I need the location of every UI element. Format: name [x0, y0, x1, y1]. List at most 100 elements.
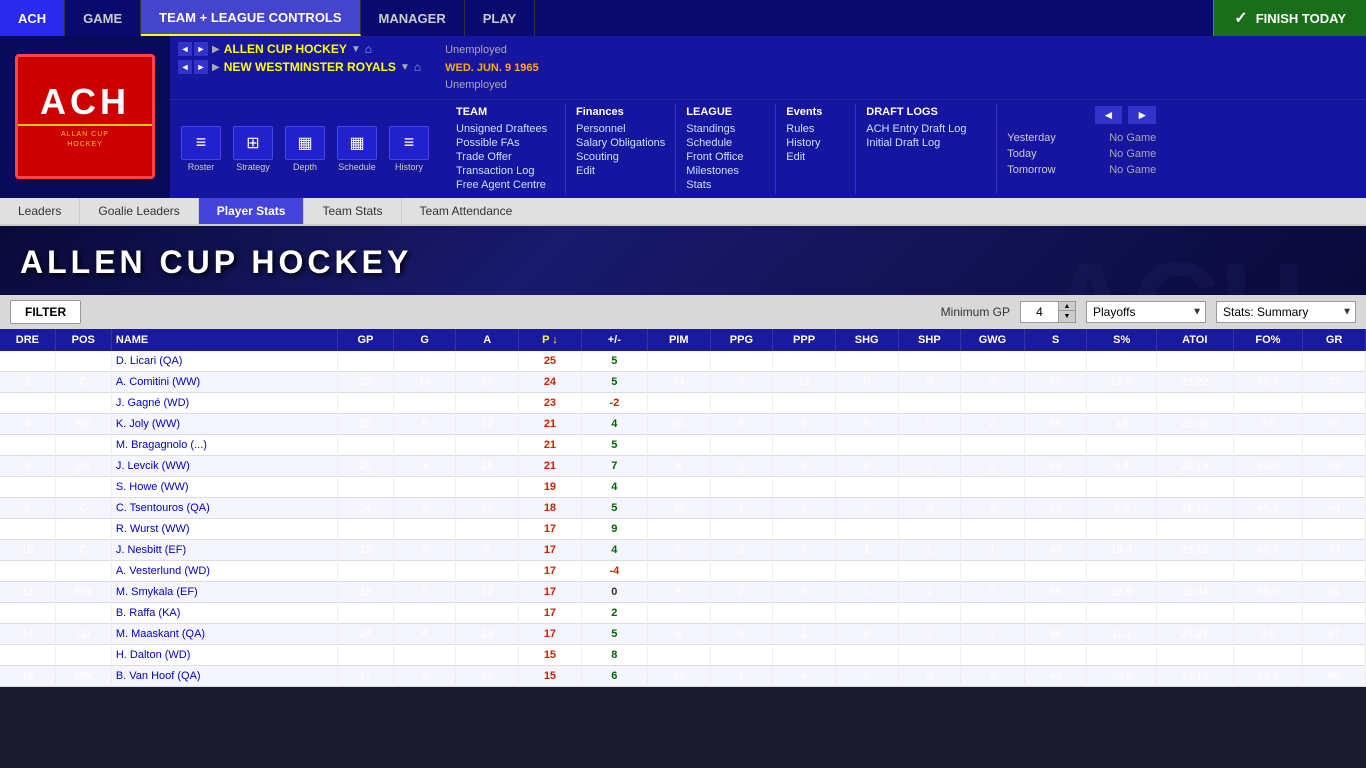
col-header-fo[interactable]: FO% — [1233, 329, 1303, 351]
tab-team-stats[interactable]: Team Stats — [304, 198, 401, 224]
initial-draft-log-link[interactable]: Initial Draft Log — [866, 136, 986, 150]
next-team-btn[interactable]: ► — [194, 60, 208, 74]
col-header-a[interactable]: A — [456, 329, 519, 351]
prev-team-btn[interactable]: ◄ — [178, 60, 192, 74]
nav-game[interactable]: GAME — [65, 0, 141, 36]
col-header-shg[interactable]: SHG — [835, 329, 898, 351]
schedule-link[interactable]: Schedule — [686, 136, 765, 150]
stats-link[interactable]: Stats — [686, 178, 765, 192]
col-header-ppg[interactable]: PPG — [710, 329, 773, 351]
ach-draft-log-link[interactable]: ACH Entry Draft Log — [866, 122, 986, 136]
cell-ppp: 7 — [773, 560, 836, 581]
cell-name[interactable]: M. Bragagnolo (...) — [111, 434, 337, 455]
tab-goalie-leaders[interactable]: Goalie Leaders — [80, 198, 198, 224]
cell-name[interactable]: A. Comitini (WW) — [111, 371, 337, 392]
cell-name[interactable]: M. Smykala (EF) — [111, 581, 337, 602]
league-home-icon[interactable]: ⌂ — [365, 42, 372, 56]
cell-name[interactable]: B. Raffa (KA) — [111, 602, 337, 623]
cell-sp: 13.9 — [1087, 581, 1157, 602]
cell-name[interactable]: J. Levcik (WW) — [111, 455, 337, 476]
team-home-icon[interactable]: ⌂ — [414, 60, 421, 74]
gp-spin-down[interactable]: ▼ — [1059, 311, 1075, 321]
col-header-sp[interactable]: S% — [1087, 329, 1157, 351]
cell-name[interactable]: H. Dalton (WD) — [111, 644, 337, 665]
cell-name[interactable]: M. Maaskant (QA) — [111, 623, 337, 644]
standings-link[interactable]: Standings — [686, 122, 765, 136]
min-gp-input[interactable] — [1020, 301, 1058, 323]
front-office-link[interactable]: Front Office — [686, 150, 765, 164]
col-header-pos[interactable]: POS — [55, 329, 111, 351]
cell-name[interactable]: R. Wurst (WW) — [111, 518, 337, 539]
roster-nav-icon[interactable]: ≡ Roster — [178, 126, 224, 172]
col-header-gwg[interactable]: GWG — [961, 329, 1025, 351]
col-header-p[interactable]: P ↓ — [519, 329, 582, 351]
tab-player-stats[interactable]: Player Stats — [199, 198, 305, 224]
nav-ach[interactable]: ACH — [0, 0, 65, 36]
cell-name[interactable]: B. Van Hoof (QA) — [111, 665, 337, 686]
cell-g: 8 — [393, 476, 456, 497]
cell-name[interactable]: J. Nesbitt (EF) — [111, 539, 337, 560]
history-nav-icon[interactable]: ≡ History — [386, 126, 432, 172]
col-header-gp[interactable]: GP — [338, 329, 394, 351]
events-edit-link[interactable]: Edit — [786, 150, 845, 164]
panel-next-btn[interactable]: ► — [1128, 106, 1156, 124]
logo-ach-text: ACH — [40, 84, 130, 120]
finances-edit-link[interactable]: Edit — [576, 164, 665, 178]
cell-dre: 3 — [0, 392, 55, 413]
possible-fas-link[interactable]: Possible FAs — [456, 136, 555, 150]
tab-leaders[interactable]: Leaders — [0, 198, 80, 224]
col-header-dre[interactable]: DRE — [0, 329, 55, 351]
cell-sp: 11.8 — [1087, 392, 1157, 413]
cell-gwg: 2 — [961, 497, 1025, 518]
cell-p: 15 — [519, 644, 582, 665]
cell-name[interactable]: D. Licari (QA) — [111, 351, 337, 372]
transaction-log-link[interactable]: Transaction Log — [456, 164, 555, 178]
col-header-shp[interactable]: SHP — [898, 329, 961, 351]
milestones-link[interactable]: Milestones — [686, 164, 765, 178]
personnel-link[interactable]: Personnel — [576, 122, 665, 136]
tab-team-attendance[interactable]: Team Attendance — [402, 198, 531, 224]
cell-atoi: 22:16 — [1157, 455, 1234, 476]
finish-today-button[interactable]: ✓ FINISH TODAY — [1213, 0, 1366, 36]
cell-name[interactable]: A. Vesterlund (WD) — [111, 560, 337, 581]
team-name[interactable]: NEW WESTMINSTER ROYALS — [224, 60, 396, 74]
depth-nav-icon[interactable]: ▦ Depth — [282, 126, 328, 172]
gp-spin-up[interactable]: ▲ — [1059, 302, 1075, 312]
cell-name[interactable]: K. Joly (WW) — [111, 413, 337, 434]
league-name[interactable]: ALLEN CUP HOCKEY — [224, 42, 347, 56]
col-header-atoi[interactable]: ATOI — [1157, 329, 1234, 351]
salary-link[interactable]: Salary Obligations — [576, 136, 665, 150]
panel-prev-btn[interactable]: ◄ — [1095, 106, 1123, 124]
cell-shp: 1 — [898, 455, 961, 476]
cell-s: 36 — [1024, 623, 1087, 644]
stats-select[interactable]: Stats: Summary Stats: Skaters Stats: Goa… — [1216, 301, 1356, 323]
next-league-btn[interactable]: ► — [194, 42, 208, 56]
nav-manager[interactable]: MANAGER — [361, 0, 465, 36]
col-header-name[interactable]: NAME — [111, 329, 337, 351]
rules-link[interactable]: Rules — [786, 122, 845, 136]
col-header-s[interactable]: S — [1024, 329, 1087, 351]
col-header-ppp[interactable]: PPP — [773, 329, 836, 351]
schedule-nav-icon[interactable]: ▦ Schedule — [334, 126, 380, 172]
cell-fo: 55.6 — [1233, 560, 1303, 581]
scouting-link[interactable]: Scouting — [576, 150, 665, 164]
filter-button[interactable]: FILTER — [10, 300, 81, 324]
nav-play[interactable]: PLAY — [465, 0, 535, 36]
nav-team-league[interactable]: TEAM + LEAGUE CONTROLS — [141, 0, 360, 36]
prev-league-btn[interactable]: ◄ — [178, 42, 192, 56]
cell-sp: 15.4 — [1087, 518, 1157, 539]
strategy-nav-icon[interactable]: ⊞ Strategy — [230, 126, 276, 172]
col-header-g[interactable]: G — [393, 329, 456, 351]
col-header-pim[interactable]: PIM — [647, 329, 710, 351]
col-header-pm[interactable]: +/- — [581, 329, 647, 351]
cell-name[interactable]: C. Tsentouros (QA) — [111, 497, 337, 518]
trade-offer-link[interactable]: Trade Offer — [456, 150, 555, 164]
playoff-select[interactable]: Playoffs Regular Season Both — [1086, 301, 1206, 323]
col-header-gr[interactable]: GR — [1303, 329, 1366, 351]
history-link[interactable]: History — [786, 136, 845, 150]
cell-name[interactable]: J. Gagné (WD) — [111, 392, 337, 413]
cell-name[interactable]: S. Howe (WW) — [111, 476, 337, 497]
free-agent-link[interactable]: Free Agent Centre — [456, 178, 555, 192]
cell-gp: 24 — [338, 351, 394, 372]
unsigned-draftees-link[interactable]: Unsigned Draftees — [456, 122, 555, 136]
